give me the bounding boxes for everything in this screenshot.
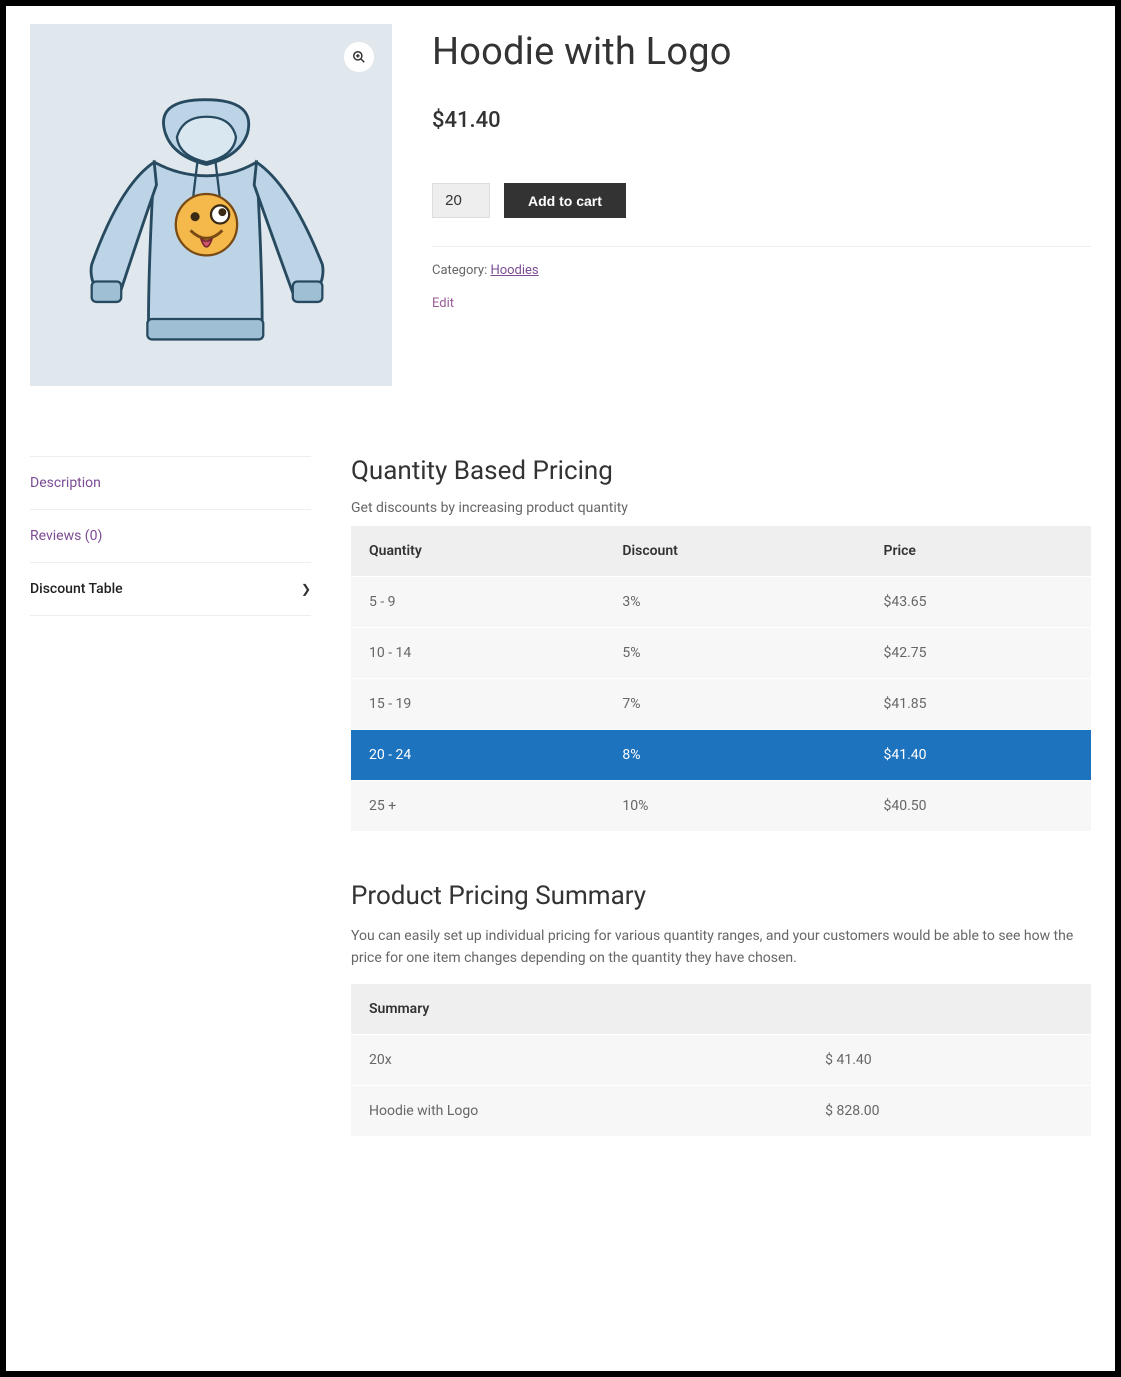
product-title: Hoodie with Logo (432, 30, 1091, 74)
add-to-cart-button[interactable]: Add to cart (504, 183, 626, 218)
category-label: Category: (432, 263, 490, 278)
qbp-subtitle: Get discounts by increasing product quan… (351, 500, 1091, 516)
summary-total: $ 828.00 (807, 1085, 1091, 1136)
category-link[interactable]: Hoodies (490, 263, 538, 278)
product-price: $41.40 (432, 108, 1091, 133)
product-category: Category: Hoodies (432, 263, 1091, 278)
pps-description: You can easily set up individual pricing… (351, 925, 1091, 970)
cell-quantity: 5 - 9 (351, 577, 604, 628)
cell-price: $42.75 (865, 628, 1091, 679)
chevron-right-icon: ❯ (301, 582, 311, 596)
summary-table: Summary 20x $ 41.40 Hoodie with Logo $ 8… (351, 984, 1091, 1136)
product-image[interactable] (86, 94, 336, 378)
cell-discount: 8% (604, 730, 865, 781)
cell-quantity: 20 - 24 (351, 730, 604, 781)
tab-description[interactable]: Description (30, 457, 311, 510)
col-price: Price (865, 526, 1091, 577)
quantity-input[interactable] (437, 192, 485, 209)
table-row: 20 - 248%$41.40 (351, 730, 1091, 781)
table-row: 20x $ 41.40 (351, 1034, 1091, 1085)
cell-quantity: 10 - 14 (351, 628, 604, 679)
discount-table: Quantity Discount Price 5 - 93%$43.6510 … (351, 526, 1091, 831)
tab-reviews[interactable]: Reviews (0) (30, 510, 311, 563)
cell-price: $41.85 (865, 679, 1091, 730)
cell-quantity: 15 - 19 (351, 679, 604, 730)
product-gallery (30, 24, 392, 386)
edit-link[interactable]: Edit (432, 296, 454, 311)
table-row: 10 - 145%$42.75 (351, 628, 1091, 679)
tab-discount-table[interactable]: Discount Table ❯ (30, 563, 311, 616)
pps-heading: Product Pricing Summary (351, 881, 1091, 911)
zoom-icon[interactable] (344, 42, 374, 72)
product-tabs: Description Reviews (0) Discount Table ❯ (30, 456, 311, 1186)
qbp-heading: Quantity Based Pricing (351, 456, 1091, 486)
cell-price: $40.50 (865, 781, 1091, 832)
cell-price: $43.65 (865, 577, 1091, 628)
summary-unit-price: $ 41.40 (807, 1034, 1091, 1085)
table-row: Hoodie with Logo $ 828.00 (351, 1085, 1091, 1136)
summary-product-name: Hoodie with Logo (351, 1085, 807, 1136)
col-summary: Summary (351, 984, 1091, 1035)
tab-discount-label: Discount Table (30, 581, 123, 597)
summary-qty: 20x (351, 1034, 807, 1085)
table-row: 15 - 197%$41.85 (351, 679, 1091, 730)
cell-discount: 3% (604, 577, 865, 628)
table-row: 25 +10%$40.50 (351, 781, 1091, 832)
cell-price: $41.40 (865, 730, 1091, 781)
col-quantity: Quantity (351, 526, 604, 577)
cell-quantity: 25 + (351, 781, 604, 832)
quantity-stepper[interactable] (432, 183, 490, 218)
cell-discount: 10% (604, 781, 865, 832)
col-discount: Discount (604, 526, 865, 577)
cell-discount: 5% (604, 628, 865, 679)
cell-discount: 7% (604, 679, 865, 730)
table-row: 5 - 93%$43.65 (351, 577, 1091, 628)
